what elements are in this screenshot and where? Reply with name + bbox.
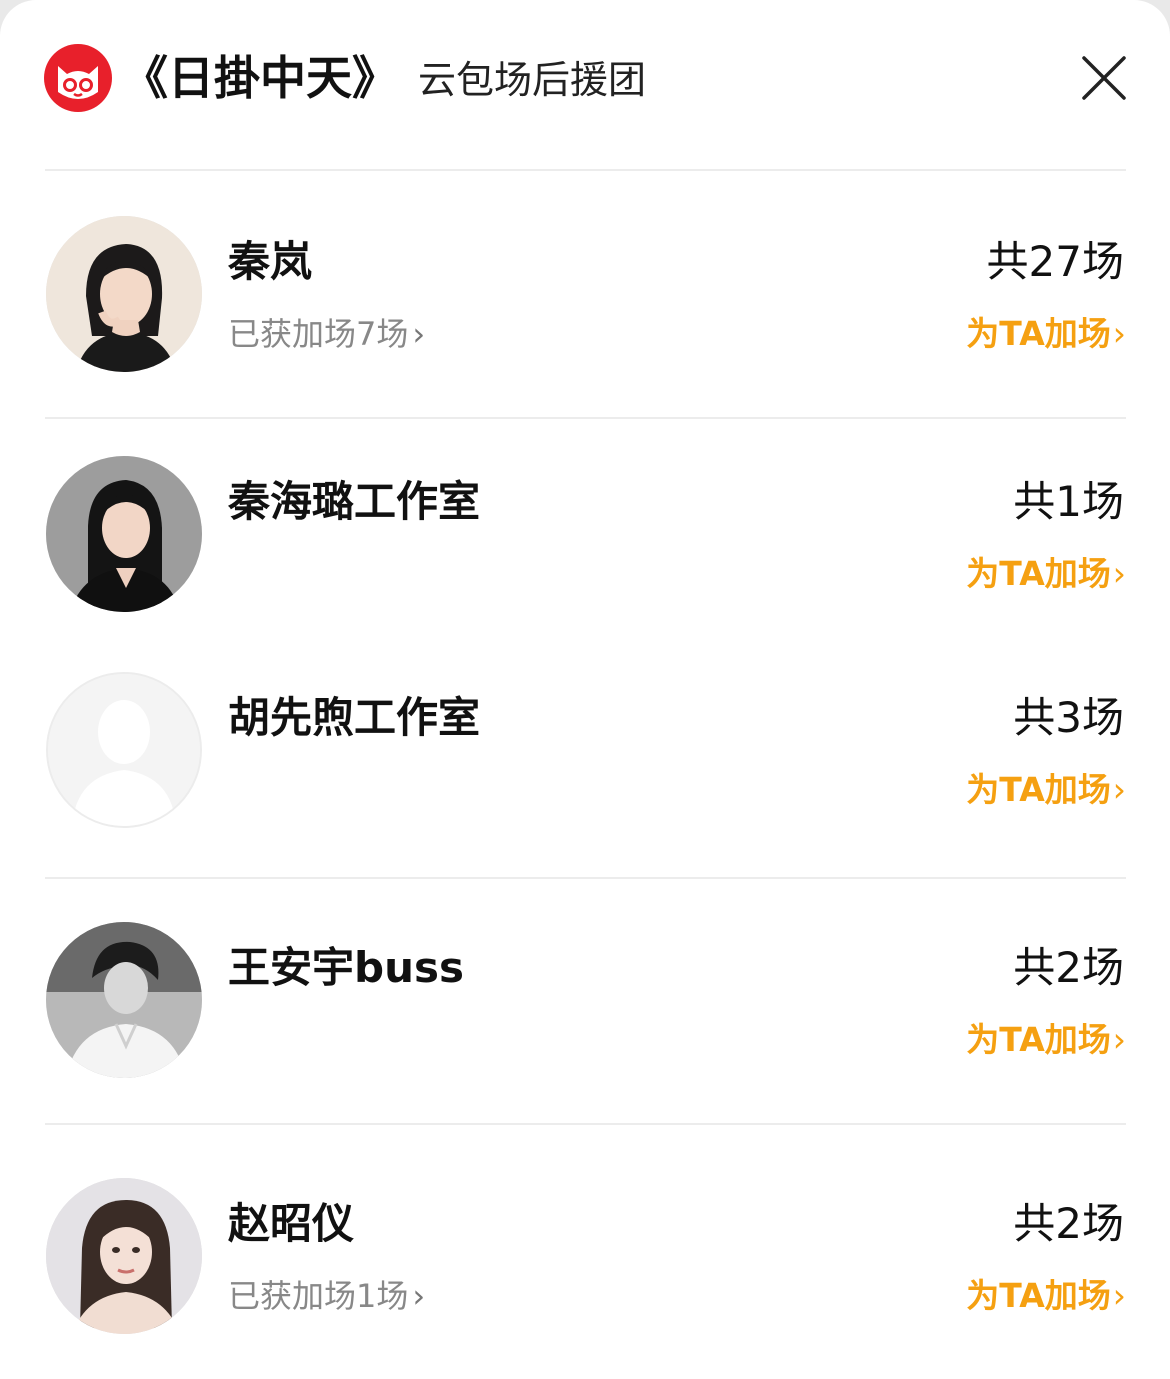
obtained-extra-shows-link[interactable]: 已获加场1场 › [228, 1274, 425, 1318]
supporter-row: 胡先煦工作室 共3场 为TA加场› [0, 628, 1170, 878]
add-show-button[interactable]: 为TA加场› [966, 552, 1126, 596]
avatar-photo-woman-icon[interactable] [46, 216, 202, 372]
chevron-right-icon: › [1112, 1020, 1126, 1059]
add-show-label: 为TA加场 [966, 1020, 1111, 1059]
total-shows: 共27场 [986, 237, 1124, 286]
total-shows: 共2场 [1013, 1199, 1124, 1248]
close-icon[interactable] [1076, 50, 1132, 106]
add-show-button[interactable]: 为TA加场› [966, 1018, 1126, 1062]
sheet-header: 《日掛中天》 云包场后援团 [0, 0, 1170, 170]
avatar-photo-woman-icon[interactable] [46, 456, 202, 612]
supporter-name: 秦岚 [228, 237, 313, 286]
supporter-name: 胡先煦工作室 [228, 693, 481, 742]
chevron-right-icon: › [412, 315, 426, 353]
total-shows: 共2场 [1013, 943, 1124, 992]
supporter-name: 赵昭仪 [228, 1199, 355, 1248]
total-shows: 共3场 [1013, 693, 1124, 742]
add-show-label: 为TA加场 [966, 1276, 1111, 1315]
supporter-row: 秦岚 已获加场7场 › 共27场 为TA加场› [0, 170, 1170, 418]
avatar-photo-woman-icon[interactable] [46, 1178, 202, 1334]
obtained-extra-shows-label: 已获加场1场 [228, 1277, 409, 1315]
supporter-row: 赵昭仪 已获加场1场 › 共2场 为TA加场› [0, 1124, 1170, 1379]
supporter-name: 王安宇buss [228, 943, 464, 992]
page-title: 《日掛中天》 [122, 51, 398, 105]
default-avatar-silhouette-icon[interactable] [46, 672, 202, 828]
avatar-photo-man-icon[interactable] [46, 922, 202, 1078]
add-show-label: 为TA加场 [966, 314, 1111, 353]
obtained-extra-shows-link[interactable]: 已获加场7场 › [228, 312, 425, 356]
add-show-button[interactable]: 为TA加场› [966, 312, 1126, 356]
add-show-label: 为TA加场 [966, 770, 1111, 809]
add-show-button[interactable]: 为TA加场› [966, 1274, 1126, 1318]
page-subtitle: 云包场后援团 [418, 58, 647, 102]
maoyan-cat-logo-icon [44, 44, 112, 112]
supporters-sheet: 《日掛中天》 云包场后援团 秦岚 已获加场7场 › 共27场 为TA加场› 秦海… [0, 0, 1170, 1379]
supporter-row: 王安宇buss 共2场 为TA加场› [0, 878, 1170, 1124]
supporter-name: 秦海璐工作室 [228, 477, 481, 526]
chevron-right-icon: › [1112, 1276, 1126, 1315]
chevron-right-icon: › [1112, 770, 1126, 809]
chevron-right-icon: › [1112, 314, 1126, 353]
obtained-extra-shows-label: 已获加场7场 [228, 315, 409, 353]
supporter-row: 秦海璐工作室 共1场 为TA加场› [0, 418, 1170, 628]
total-shows: 共1场 [1013, 477, 1124, 526]
chevron-right-icon: › [1112, 554, 1126, 593]
chevron-right-icon: › [412, 1277, 426, 1315]
add-show-label: 为TA加场 [966, 554, 1111, 593]
add-show-button[interactable]: 为TA加场› [966, 768, 1126, 812]
